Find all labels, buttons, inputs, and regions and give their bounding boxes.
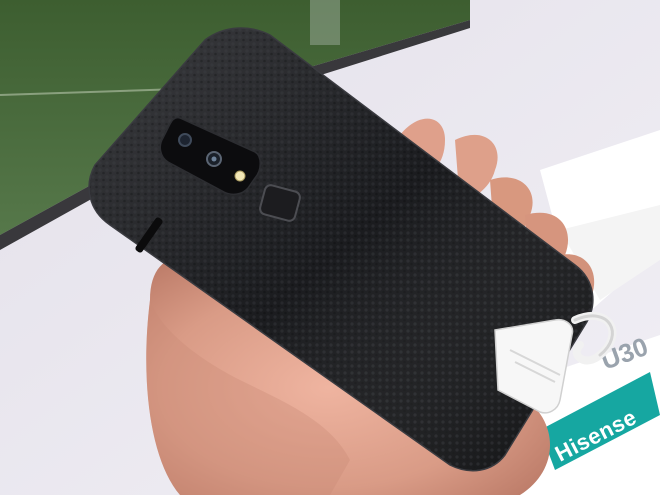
- photo-scene: Hisense U30: [0, 0, 660, 495]
- flash-icon: [234, 170, 246, 182]
- camera-lens-primary-icon: [178, 133, 192, 147]
